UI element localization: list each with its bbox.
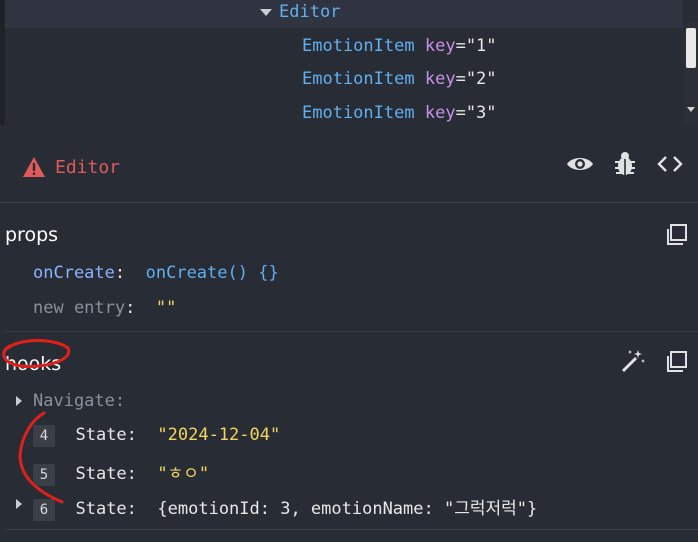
hook-row-state-6[interactable]: 6 State: {emotionId: 3, emotionName: "그럭… [33,494,537,521]
copy-hooks-icon[interactable] [665,350,689,374]
prop-separator: : [114,263,126,283]
copy-props-icon[interactable] [665,223,689,247]
tree-node-key-label: key [424,103,456,123]
hook-separator: : [114,391,126,411]
tree-node-key-value: "1" [465,36,497,56]
equals-sign: = [455,69,466,89]
hook-separator: : [126,464,137,484]
magic-wand-icon[interactable] [620,348,646,374]
hook-label: State [75,499,127,519]
tree-node-key-value: "2" [465,69,497,89]
red-annotation-marks [2,339,71,504]
tree-node-name: EmotionItem [302,36,415,56]
selected-component-name: Editor [55,157,121,178]
tree-row-emotionitem-2[interactable]: EmotionItem key="2" [302,69,497,89]
props-section-title: props [5,224,59,246]
bottom-divider [5,529,698,530]
hook-label: State [75,464,127,484]
new-entry-value[interactable]: "" [156,298,176,318]
hook-value[interactable]: "2024-12-04" [157,425,280,445]
hook-value[interactable]: "ㅎㅇ" [157,464,209,484]
section-divider [5,331,698,332]
expand-arrow-icon[interactable] [260,9,272,16]
prop-key: onCreate [33,263,115,283]
tree-row-editor[interactable] [5,0,683,28]
new-entry-key[interactable]: new entry [33,298,125,318]
code-icon[interactable] [656,150,684,178]
scrollbar-thumb[interactable] [686,28,696,68]
scroll-down-arrow-icon[interactable] [687,107,695,112]
tree-node-name: EmotionItem [302,69,415,89]
prop-row-oncreate[interactable]: onCreate: onCreate() {} [33,263,279,283]
tree-node-key-label: key [424,36,456,56]
hook-value-close: } [527,499,538,519]
hook-value-open: {emotionId: 3, emotionName: [157,499,444,519]
bug-icon[interactable] [611,150,639,178]
prop-value: onCreate() {} [145,263,279,283]
hook-separator: : [126,499,137,519]
prop-row-new-entry[interactable]: new entry: "" [33,298,176,318]
tree-node-label[interactable]: Editor [279,2,340,22]
equals-sign: = [455,36,466,56]
tree-node-key-label: key [424,69,456,89]
tree-node-key-value: "3" [465,103,497,123]
hook-value-string: "그럭저럭" [443,499,528,519]
prop-separator: : [125,298,136,318]
tree-row-emotionitem-3[interactable]: EmotionItem key="3" [302,103,497,123]
tree-node-name: EmotionItem [302,103,415,123]
hook-separator: : [126,425,137,445]
equals-sign: = [455,103,466,123]
eye-icon[interactable] [566,150,594,178]
warning-icon [23,157,45,177]
hook-label: State [75,425,127,445]
tree-row-emotionitem-1[interactable]: EmotionItem key="1" [302,36,497,56]
